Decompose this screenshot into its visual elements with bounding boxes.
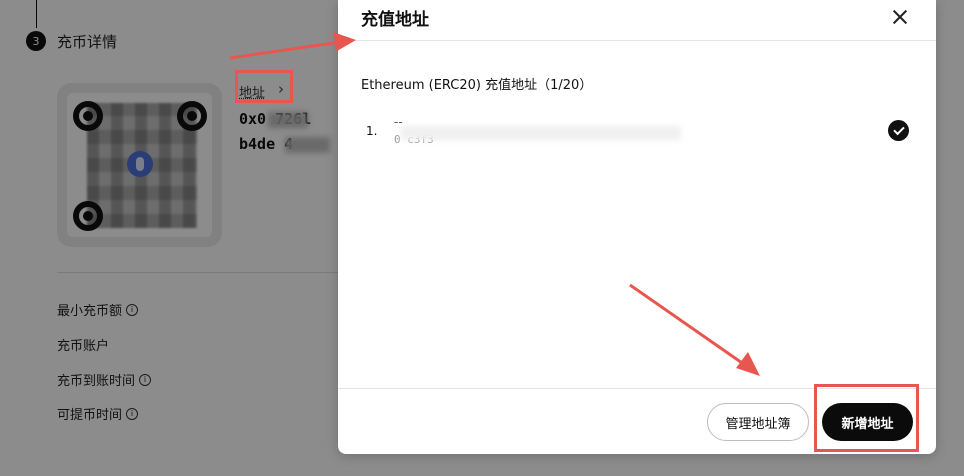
modal-header-divider	[338, 40, 936, 41]
address-list-item[interactable]: 1. -- 0 c3f3	[361, 112, 916, 152]
selected-check-icon	[888, 120, 909, 141]
address-index: 1.	[366, 124, 378, 138]
annotation-highlight-add-button	[814, 384, 919, 452]
network-label: Ethereum (ERC20) 充值地址（1/20）	[361, 78, 593, 93]
manage-address-book-button[interactable]: 管理地址簿	[707, 403, 809, 441]
annotation-highlight-address-link	[235, 70, 293, 103]
modal-title: 充值地址	[361, 10, 429, 30]
close-icon[interactable]	[889, 6, 911, 28]
redaction-blur	[401, 126, 681, 140]
